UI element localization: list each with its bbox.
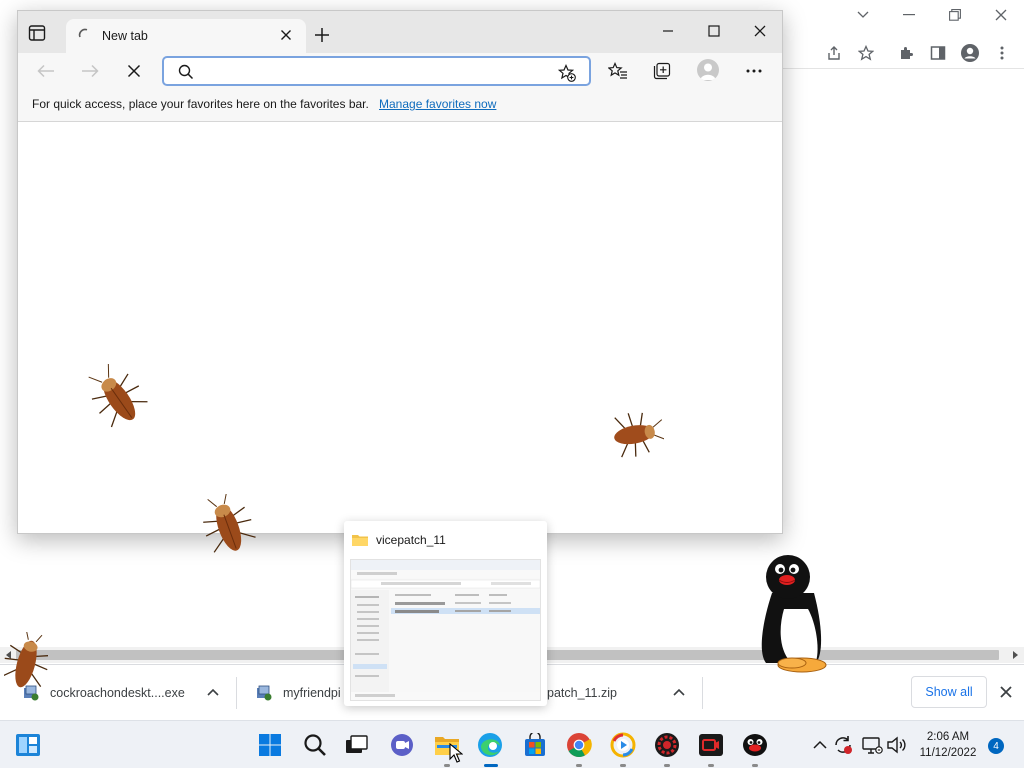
folder-icon (352, 535, 368, 546)
search-icon (178, 64, 194, 80)
task-view-icon[interactable] (344, 732, 370, 758)
thumbnail-title: vicepatch_11 (376, 533, 446, 547)
collections-icon[interactable] (652, 61, 672, 81)
running-indicator (620, 764, 626, 767)
chrome-menu-icon[interactable] (991, 42, 1013, 64)
running-indicator (576, 764, 582, 767)
address-bar[interactable] (162, 56, 591, 86)
notification-badge[interactable]: 4 (988, 738, 1004, 754)
avatar[interactable] (697, 59, 719, 81)
chevron-up-icon[interactable] (672, 685, 686, 699)
chevron-up-icon[interactable] (812, 732, 828, 758)
chrome-tab-search-icon[interactable] (840, 4, 886, 26)
cockroach-icon (614, 412, 664, 458)
running-indicator (444, 764, 450, 767)
download-item[interactable]: patch_11.zip (547, 665, 657, 721)
app-ring-icon[interactable] (610, 732, 636, 758)
app-red-gear-icon[interactable] (654, 732, 680, 758)
widgets-icon[interactable] (15, 732, 41, 758)
extensions-puzzle-icon[interactable] (895, 42, 917, 64)
cockroach-icon (4, 632, 48, 688)
cockroach-icon (203, 494, 256, 553)
share-icon[interactable] (823, 42, 845, 64)
tab-new-tab[interactable]: New tab (66, 19, 306, 53)
close-downloads-icon[interactable] (998, 684, 1014, 700)
cockroach-icon (88, 364, 148, 428)
new-tab-plus-icon[interactable] (314, 27, 330, 43)
volume-icon[interactable] (886, 732, 908, 758)
running-indicator (664, 764, 670, 767)
app-penguin-icon[interactable] (742, 732, 768, 758)
sync-update-icon[interactable] (832, 732, 854, 758)
scroll-right-icon[interactable] (1010, 650, 1020, 660)
back-arrow-icon[interactable] (36, 61, 56, 81)
chrome-restore-button[interactable] (932, 4, 978, 26)
forward-arrow-icon[interactable] (80, 61, 100, 81)
chevron-up-icon[interactable] (206, 685, 220, 699)
download-separator (702, 677, 703, 709)
edge-maximize-button[interactable] (706, 23, 722, 39)
start-button[interactable] (257, 732, 283, 758)
chrome-icon[interactable] (566, 732, 592, 758)
stop-loading-icon[interactable] (124, 61, 144, 81)
edge-page-content (18, 123, 782, 533)
favorites-bar-hint: For quick access, place your favorites h… (32, 97, 369, 111)
edge-minimize-button[interactable] (660, 23, 676, 39)
favorites-bar: For quick access, place your favorites h… (18, 89, 782, 122)
edge-toolbar (18, 53, 782, 89)
chrome-toolbar-divider (782, 68, 1024, 69)
edge-browser-icon[interactable] (477, 732, 503, 758)
app-red-camera-icon[interactable] (698, 732, 724, 758)
download-item[interactable]: cockroachondeskt....exe (22, 665, 202, 721)
loading-spinner-icon (78, 28, 88, 38)
chrome-close-button[interactable] (978, 4, 1024, 26)
download-item[interactable]: myfriendpi (255, 665, 345, 721)
network-icon[interactable] (861, 732, 883, 758)
edge-close-button[interactable] (752, 23, 768, 39)
close-tab-icon[interactable] (280, 29, 292, 41)
clock-time: 2:06 AM (926, 731, 970, 743)
teams-chat-icon[interactable] (389, 732, 415, 758)
download-filename: myfriendpi (283, 686, 341, 700)
edge-window: New tab For quick access, place your fav… (17, 10, 783, 534)
edge-tabstrip: New tab (18, 11, 782, 53)
running-indicator (708, 764, 714, 767)
download-filename: patch_11.zip (547, 686, 617, 700)
chrome-minimize-button[interactable] (886, 4, 932, 26)
profile-icon[interactable] (959, 42, 981, 64)
download-separator (236, 677, 237, 709)
settings-more-icon[interactable] (744, 61, 764, 81)
system-clock[interactable]: 2:06 AM 11/12/2022 (912, 729, 984, 761)
active-indicator (484, 764, 498, 767)
show-all-button[interactable]: Show all (911, 676, 987, 708)
penguin-icon (761, 555, 827, 673)
microsoft-store-icon[interactable] (522, 732, 548, 758)
clock-date: 11/12/2022 (919, 747, 977, 759)
file-explorer-miniature (350, 559, 541, 701)
taskbar-thumbnail-preview[interactable]: vicepatch_11 (344, 521, 547, 706)
running-indicator (752, 764, 758, 767)
tab-actions-icon[interactable] (28, 24, 46, 42)
add-favorite-icon[interactable] (558, 64, 576, 82)
taskbar: 2:06 AM 11/12/2022 4 (0, 720, 1024, 768)
download-filename: cockroachondeskt....exe (50, 686, 185, 700)
chrome-toolbar (782, 36, 1024, 70)
favorites-icon[interactable] (608, 61, 628, 81)
mouse-cursor-icon (449, 743, 463, 763)
search-icon[interactable] (302, 732, 328, 758)
tab-title: New tab (102, 29, 148, 43)
side-panel-icon[interactable] (927, 42, 949, 64)
address-input[interactable] (198, 62, 548, 80)
manage-favorites-link[interactable]: Manage favorites now (379, 97, 496, 111)
installer-icon (257, 685, 272, 701)
bookmark-star-icon[interactable] (855, 42, 877, 64)
